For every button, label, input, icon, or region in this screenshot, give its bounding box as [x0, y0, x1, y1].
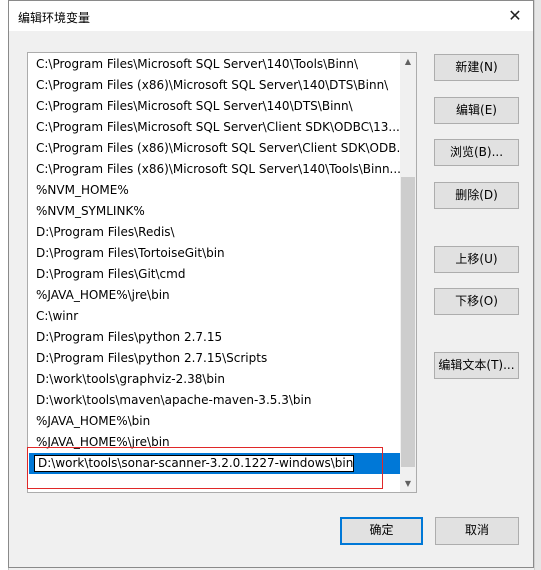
list-item[interactable]: %JAVA_HOME%\jre\bin [29, 432, 401, 453]
list-item[interactable]: D:\Program Files\python 2.7.15\Scripts [29, 348, 401, 369]
list-item[interactable]: C:\Program Files (x86)\Microsoft SQL Ser… [29, 138, 401, 159]
list-item[interactable]: D:\Program Files\Git\cmd [29, 264, 401, 285]
list-item[interactable]: C:\Program Files (x86)\Microsoft SQL Ser… [29, 159, 401, 180]
vertical-scrollbar[interactable]: ▲ ▼ [400, 53, 416, 492]
title-bar: 编辑环境变量 ✕ [9, 1, 533, 31]
delete-button[interactable]: 删除(D) [434, 182, 519, 209]
list-item[interactable]: D:\Program Files\python 2.7.15 [29, 327, 401, 348]
move-down-button[interactable]: 下移(O) [434, 288, 519, 315]
list-item[interactable]: C:\Program Files\Microsoft SQL Server\Cl… [29, 117, 401, 138]
list-item[interactable]: %NVM_HOME% [29, 180, 401, 201]
list-item[interactable]: %NVM_SYMLINK% [29, 201, 401, 222]
list-item[interactable]: %JAVA_HOME%\jre\bin [29, 285, 401, 306]
new-button[interactable]: 新建(N) [434, 54, 519, 81]
list-item[interactable]: C:\Program Files\Microsoft SQL Server\14… [29, 96, 401, 117]
list-item[interactable]: D:\Program Files\Redis\ [29, 222, 401, 243]
edit-environment-variable-dialog: 编辑环境变量 ✕ C:\Program Files\Microsoft SQL … [8, 0, 534, 568]
list-item[interactable]: C:\Program Files (x86)\Microsoft SQL Ser… [29, 75, 401, 96]
scroll-down-arrow-icon[interactable]: ▼ [400, 475, 416, 492]
move-up-button[interactable]: 上移(U) [434, 246, 519, 273]
close-button[interactable]: ✕ [501, 3, 529, 29]
list-item[interactable]: C:\winr [29, 306, 401, 327]
list-item[interactable]: %JAVA_HOME%\bin [29, 411, 401, 432]
background-window-right-edge [534, 0, 541, 570]
scroll-up-arrow-icon[interactable]: ▲ [400, 53, 416, 70]
list-item[interactable]: D:\Program Files\TortoiseGit\bin [29, 243, 401, 264]
list-item[interactable]: D:\work\tools\graphviz-2.38\bin [29, 369, 401, 390]
list-item[interactable]: D:\work\tools\maven\apache-maven-3.5.3\b… [29, 390, 401, 411]
edit-button[interactable]: 编辑(E) [434, 97, 519, 124]
dialog-title: 编辑环境变量 [18, 11, 91, 25]
path-list[interactable]: C:\Program Files\Microsoft SQL Server\14… [27, 52, 417, 493]
path-edit-input[interactable]: D:\work\tools\sonar-scanner-3.2.0.1227-w… [34, 455, 354, 472]
cancel-button[interactable]: 取消 [435, 517, 519, 545]
edit-text-button[interactable]: 编辑文本(T)... [434, 352, 519, 379]
ok-button[interactable]: 确定 [340, 517, 423, 545]
scroll-thumb[interactable] [401, 177, 415, 467]
browse-button[interactable]: 浏览(B)... [434, 139, 519, 166]
list-item[interactable]: C:\Program Files\Microsoft SQL Server\14… [29, 54, 401, 75]
list-item-editing[interactable]: D:\work\tools\sonar-scanner-3.2.0.1227-w… [29, 453, 401, 474]
